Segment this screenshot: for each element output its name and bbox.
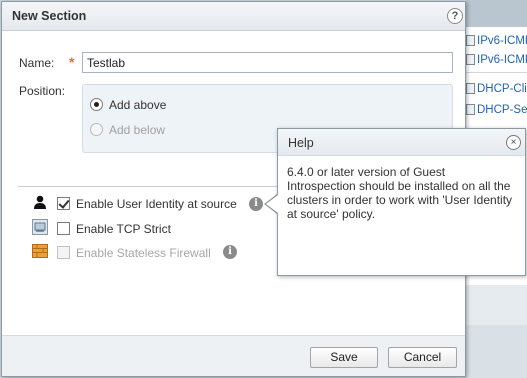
info-icon[interactable]: i [223,245,237,259]
user-identity-label: Enable User Identity at source [76,197,237,211]
service-icon [466,54,475,66]
save-button[interactable]: Save [310,347,378,368]
help-icon[interactable]: ? [447,8,463,24]
service-icon [466,83,475,95]
stateless-firewall-option: Enable Stateless Firewall [57,245,217,261]
help-popup-header: Help × [278,129,525,156]
service-icon [466,35,475,47]
radio-label: Add above [109,98,167,112]
background-rule-link[interactable]: IPv6-ICMP [477,54,527,66]
background-rule-link[interactable]: DHCP-Se [477,104,527,116]
help-popup-text: 6.4.0 or later version of Guest Introspe… [287,165,513,221]
cancel-button[interactable]: Cancel [388,347,457,368]
required-marker: * [69,54,75,70]
user-identity-checkbox[interactable] [57,197,70,210]
radio-button-disabled [90,123,103,136]
dialog-footer: Save Cancel [2,335,465,376]
popup-pointer-fill [266,195,278,213]
stateless-firewall-label: Enable Stateless Firewall [76,246,211,260]
tcp-strict-option[interactable]: Enable TCP Strict [57,221,187,237]
background-band [466,285,527,325]
user-icon [34,195,46,209]
background-band [466,325,527,378]
background-rule-link[interactable]: IPv6-ICMP [477,35,527,47]
info-icon[interactable]: i [249,197,263,211]
background-row-divider [466,72,527,73]
tcp-strict-checkbox[interactable] [57,222,70,235]
background-rule-row[interactable]: IPv6-ICMP [466,33,527,51]
tcp-strict-label: Enable TCP Strict [76,222,171,236]
help-popup: Help × 6.4.0 or later version of Guest I… [277,128,526,276]
background-rule-row[interactable]: IPv6-ICMP [466,52,527,70]
firewall-icon [32,244,48,258]
name-input[interactable] [82,52,453,73]
tcp-icon [32,219,48,235]
position-label: Position: [19,84,66,98]
stateless-firewall-checkbox [57,246,70,259]
background-rule-link[interactable]: DHCP-Cli [477,83,527,95]
dialog-title: New Section [12,9,87,23]
radio-button-selected[interactable] [90,98,103,111]
user-identity-option[interactable]: Enable User Identity at source [57,196,257,212]
close-icon[interactable]: × [506,135,521,150]
background-rule-row[interactable]: DHCP-Cli [466,81,527,99]
help-popup-title: Help [288,136,314,150]
background-rule-row[interactable]: DHCP-Se [466,102,527,120]
name-label: Name: [19,56,55,70]
radio-label: Add below [109,123,166,137]
background-header [466,0,527,27]
service-icon [466,104,475,116]
dialog-titlebar: New Section ? [2,2,465,31]
